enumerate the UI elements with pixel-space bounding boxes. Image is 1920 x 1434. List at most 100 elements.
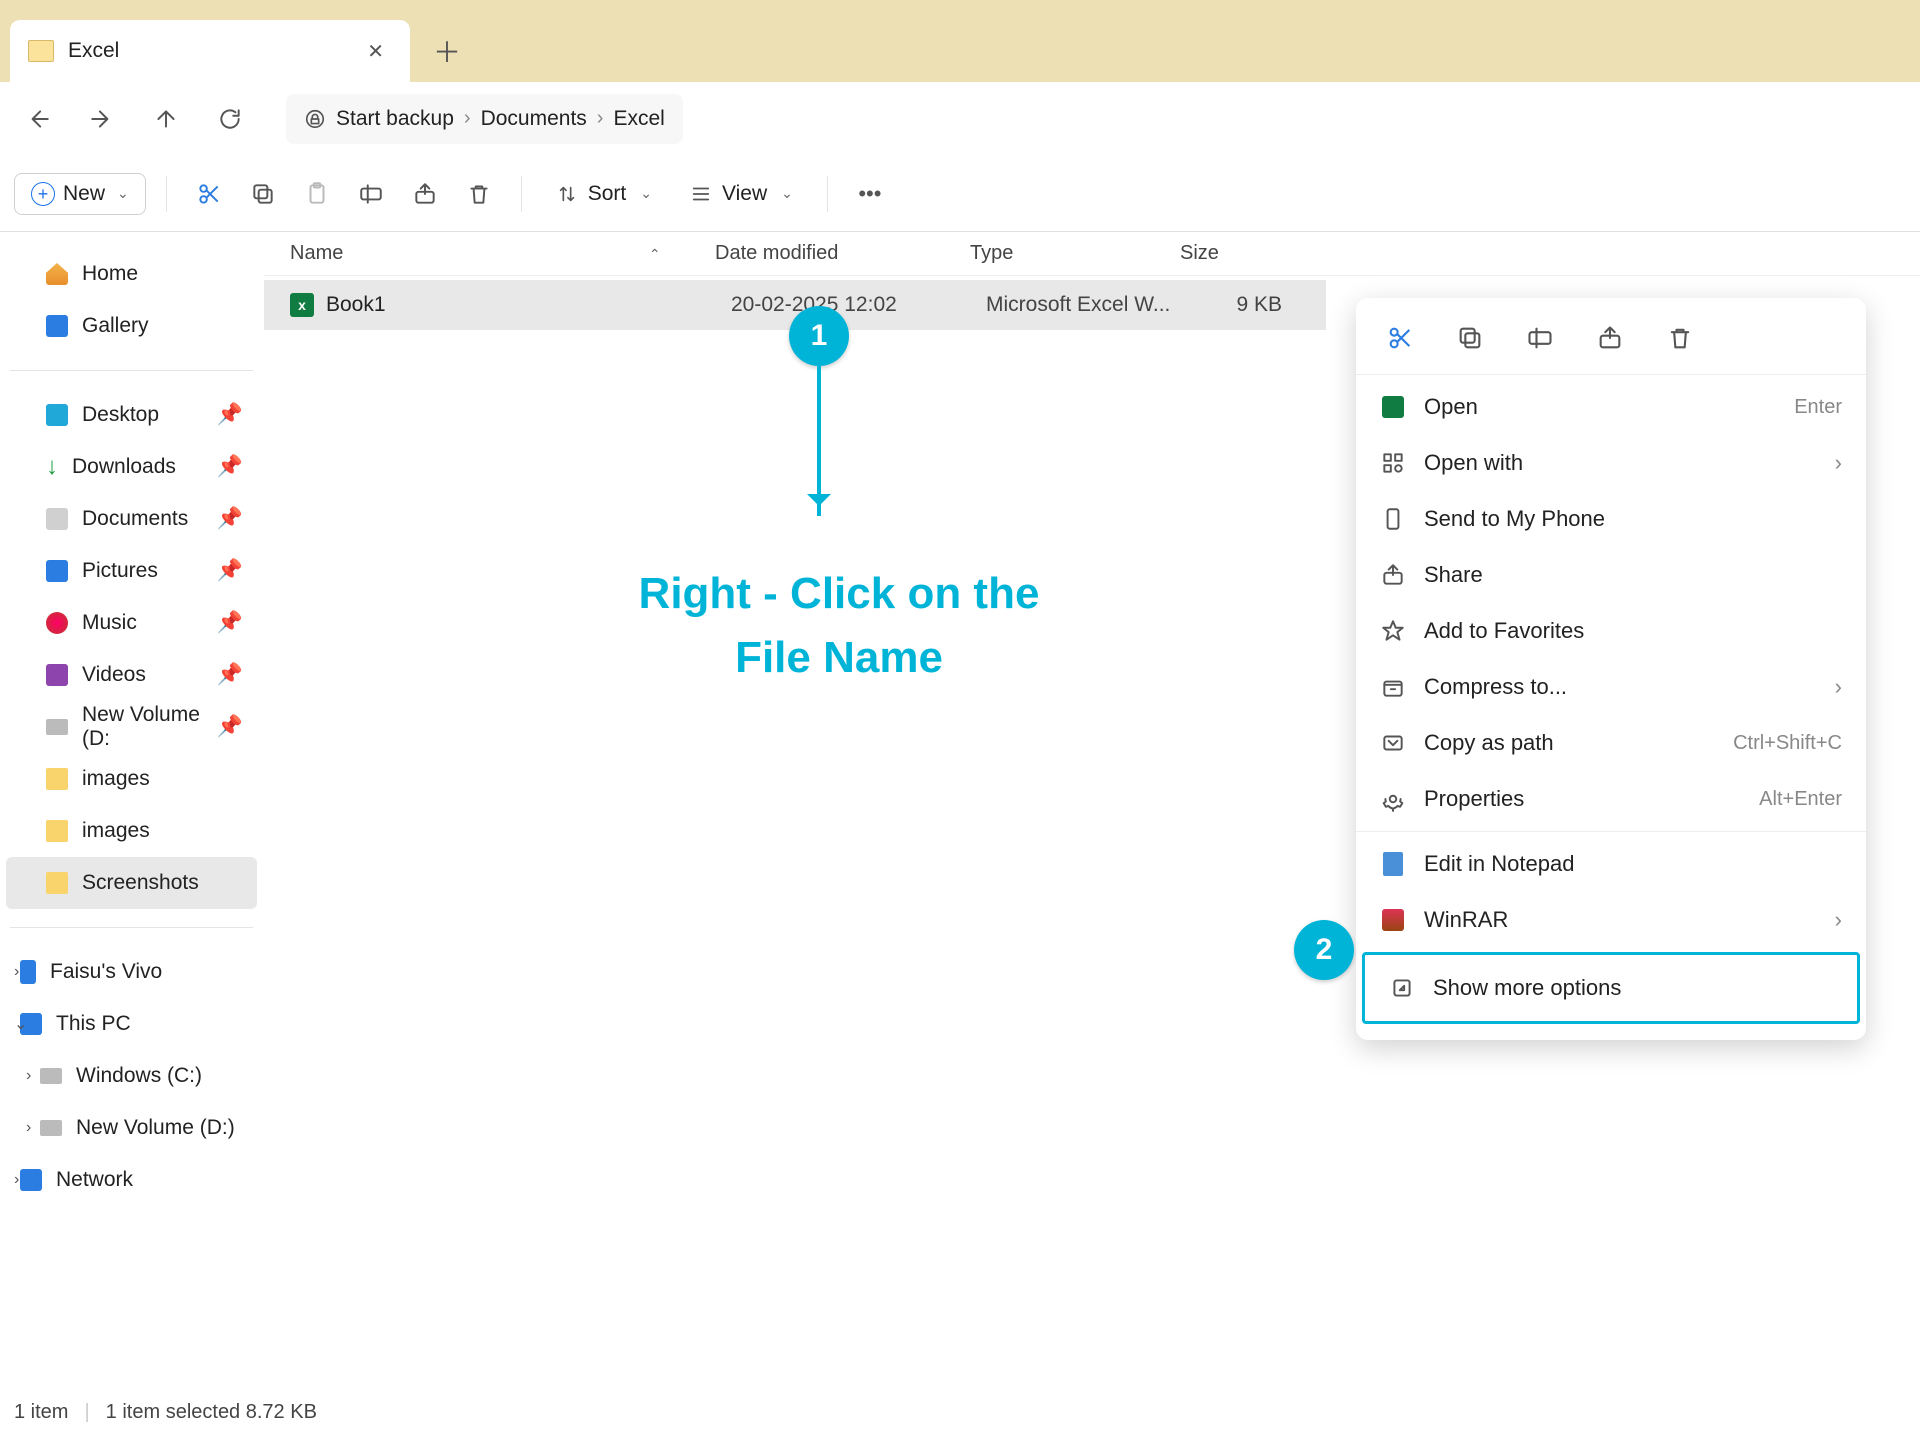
delete-button[interactable]: [457, 172, 501, 216]
more-options-icon: [1389, 975, 1415, 1001]
ctx-copy-path[interactable]: Copy as path Ctrl+Shift+C: [1356, 715, 1866, 771]
sidebar-item-screenshots[interactable]: Screenshots: [6, 857, 257, 909]
sidebar-item-downloads[interactable]: ↓ Downloads 📌: [6, 441, 257, 493]
rename-button[interactable]: [349, 172, 393, 216]
up-button[interactable]: [148, 101, 184, 137]
collapse-icon[interactable]: ⌄: [14, 1014, 27, 1034]
sort-button[interactable]: Sort ⌄: [542, 174, 666, 214]
sidebar-item-label: Windows (C:): [76, 1064, 202, 1088]
ctx-open[interactable]: Open Enter: [1356, 379, 1866, 435]
pin-icon: 📌: [217, 559, 243, 583]
expand-icon[interactable]: ›: [26, 1119, 31, 1137]
sort-label: Sort: [588, 182, 627, 206]
sidebar-item-this-pc[interactable]: ⌄ This PC: [6, 998, 257, 1050]
chevron-right-icon: ›: [1835, 674, 1842, 700]
excel-file-icon: x: [290, 293, 314, 317]
column-date[interactable]: Date modified: [715, 242, 970, 265]
desktop-icon: [46, 404, 68, 426]
crumb-documents[interactable]: Documents: [481, 107, 587, 131]
back-button[interactable]: [20, 101, 56, 137]
chevron-icon: ›: [464, 107, 471, 130]
breadcrumb[interactable]: Start backup › Documents › Excel: [286, 94, 683, 144]
ctx-send-to-phone[interactable]: Send to My Phone: [1356, 491, 1866, 547]
titlebar: Excel ✕ ＋: [0, 0, 1920, 82]
sidebar-item-desktop[interactable]: Desktop 📌: [6, 389, 257, 441]
ctx-open-label: Open: [1424, 394, 1776, 420]
expand-icon[interactable]: ›: [14, 963, 19, 981]
ctx-edit-notepad[interactable]: Edit in Notepad: [1356, 836, 1866, 892]
sidebar-item-pictures[interactable]: Pictures 📌: [6, 545, 257, 597]
ctx-open-with[interactable]: Open with ›: [1356, 435, 1866, 491]
ctx-rename-button[interactable]: [1522, 320, 1558, 356]
sidebar-item-new-volume-d[interactable]: › New Volume (D:): [6, 1102, 257, 1154]
separator: [521, 176, 522, 212]
status-bar: 1 item | 1 item selected 8.72 KB: [0, 1390, 331, 1434]
annotation-line-1: Right - Click on the: [639, 569, 1040, 618]
sidebar-item-videos[interactable]: Videos 📌: [6, 649, 257, 701]
annotation-badge-2: 2: [1294, 920, 1354, 980]
ctx-copy-button[interactable]: [1452, 320, 1488, 356]
column-size[interactable]: Size: [1180, 242, 1310, 265]
view-button[interactable]: View ⌄: [676, 174, 807, 214]
ctx-properties[interactable]: Properties Alt+Enter: [1356, 771, 1866, 827]
close-tab-button[interactable]: ✕: [359, 35, 392, 68]
ctx-share[interactable]: Share: [1356, 547, 1866, 603]
download-icon: ↓: [46, 453, 58, 481]
expand-icon[interactable]: ›: [26, 1067, 31, 1085]
phone-icon: [1380, 506, 1406, 532]
drive-icon: [40, 1120, 62, 1136]
sidebar-item-label: Home: [82, 262, 138, 286]
sidebar-item-home[interactable]: Home: [6, 248, 257, 300]
expand-icon[interactable]: ›: [14, 1171, 19, 1189]
videos-icon: [46, 664, 68, 686]
sidebar-item-images[interactable]: images: [6, 753, 257, 805]
forward-button[interactable]: [84, 101, 120, 137]
ctx-cut-button[interactable]: [1382, 320, 1418, 356]
copy-button[interactable]: [241, 172, 285, 216]
column-type[interactable]: Type: [970, 242, 1180, 265]
crumb-excel[interactable]: Excel: [613, 107, 664, 131]
ctx-delete-button[interactable]: [1662, 320, 1698, 356]
separator: [1356, 831, 1866, 832]
sidebar-item-phone[interactable]: › Faisu's Vivo: [6, 946, 257, 998]
properties-icon: [1380, 786, 1406, 812]
phone-icon: [20, 960, 36, 984]
sidebar-item-label: Network: [56, 1168, 133, 1192]
pin-icon: 📌: [217, 403, 243, 427]
paste-button[interactable]: [295, 172, 339, 216]
ctx-winrar[interactable]: WinRAR ›: [1356, 892, 1866, 948]
sidebar-item-network[interactable]: › Network: [6, 1154, 257, 1206]
refresh-button[interactable]: [212, 101, 248, 137]
sidebar-item-label: New Volume (D:): [76, 1116, 235, 1140]
sidebar-item-label: Videos: [82, 663, 146, 687]
new-label: New: [63, 182, 105, 206]
new-tab-button[interactable]: ＋: [424, 28, 470, 74]
crumb-root[interactable]: Start backup: [336, 107, 454, 131]
chevron-right-icon: ›: [1835, 450, 1842, 476]
column-name[interactable]: Name ⌃: [290, 242, 715, 265]
sidebar-item-label: Screenshots: [82, 871, 199, 895]
new-button[interactable]: + New ⌄: [14, 173, 146, 215]
ctx-compress[interactable]: Compress to... ›: [1356, 659, 1866, 715]
column-headers: Name ⌃ Date modified Type Size: [264, 232, 1920, 276]
pin-icon: 📌: [217, 611, 243, 635]
ctx-show-more-options[interactable]: Show more options: [1362, 952, 1860, 1024]
separator: |: [84, 1401, 89, 1424]
tab-excel[interactable]: Excel ✕: [10, 20, 410, 82]
more-button[interactable]: •••: [848, 172, 892, 216]
context-menu: Open Enter Open with › Send to My Phone: [1356, 298, 1866, 1040]
ctx-share-button[interactable]: [1592, 320, 1628, 356]
sidebar-item-images-2[interactable]: images: [6, 805, 257, 857]
annotation-arrow: [817, 366, 821, 516]
ctx-favorites[interactable]: Add to Favorites: [1356, 603, 1866, 659]
sidebar-item-music[interactable]: Music 📌: [6, 597, 257, 649]
cut-button[interactable]: [187, 172, 231, 216]
copy-path-icon: [1380, 730, 1406, 756]
sidebar-item-documents[interactable]: Documents 📌: [6, 493, 257, 545]
share-button[interactable]: [403, 172, 447, 216]
sidebar-item-windows-c[interactable]: › Windows (C:): [6, 1050, 257, 1102]
open-with-icon: [1380, 450, 1406, 476]
sidebar-item-new-volume[interactable]: New Volume (D: 📌: [6, 701, 257, 753]
network-icon: [20, 1169, 42, 1191]
sidebar-item-gallery[interactable]: Gallery: [6, 300, 257, 352]
